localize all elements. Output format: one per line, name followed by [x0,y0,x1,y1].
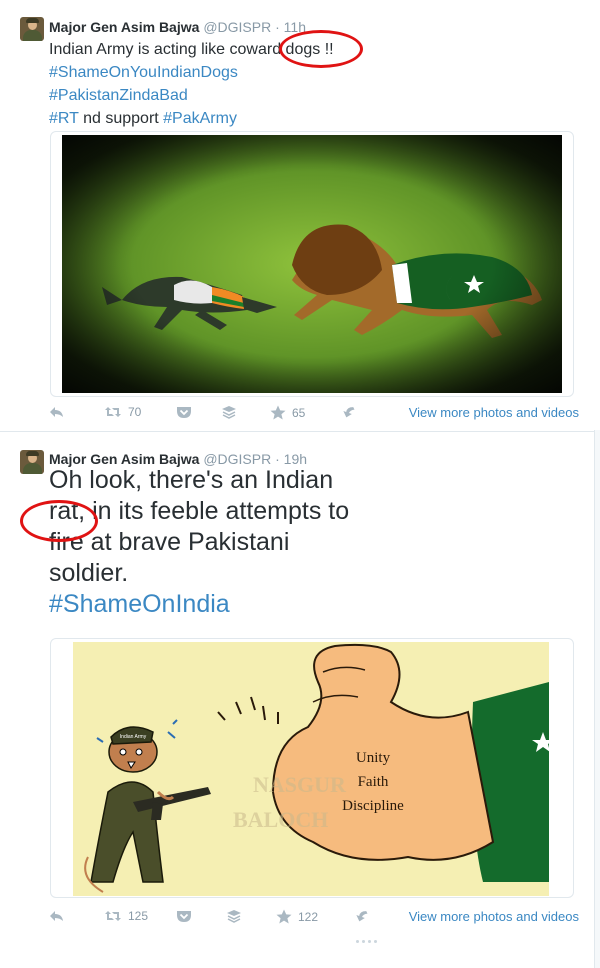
buffer-icon [227,910,241,923]
share-icon [356,911,368,922]
tweet-text-segment: Oh look, there's an Indian [49,466,334,494]
arm-text-line: Discipline [342,798,404,814]
buffer-button[interactable] [226,909,242,923]
watermark-text: NASGUR [253,772,347,797]
retweet-icon [105,911,121,921]
reply-icon [50,911,63,921]
pocket-icon [177,911,191,922]
like-button[interactable]: 122 [276,909,318,924]
red-circle-annotation [20,500,98,542]
tweet-text-line: #ShameOnIndia [49,589,349,620]
like-star-icon [276,909,292,924]
rat-soldier-cartoon-image: Unity Faith Discipline NASGUR BALOCH Ind… [73,642,549,896]
hashtag-link[interactable]: #ShameOnIndia [49,590,230,618]
reply-button[interactable] [49,909,65,923]
retweet-button[interactable]: 125 [104,909,148,923]
watermark-text: BALOCH [233,807,328,832]
tweet-text: Oh look, there's an Indian rat, in its fe… [49,465,349,620]
tweet-text-line: soldier. [49,558,349,589]
retweet-count: 125 [128,909,149,923]
avatar[interactable] [20,450,44,474]
tweet-2: Major Gen Asim Bajwa @DGISPR · 19h Oh lo… [0,0,600,968]
drag-dots-icon[interactable] [356,940,377,943]
tweet-text-line: Oh look, there's an Indian [49,465,349,496]
like-count: 122 [298,909,319,924]
pocket-button[interactable] [176,909,192,923]
tweet-text-segment: soldier. [49,559,129,587]
scrollbar[interactable] [594,430,600,968]
view-more-photos-link[interactable]: View more photos and videos [409,909,579,924]
arm-text-line: Faith [358,774,389,790]
tweet-photo[interactable]: Unity Faith Discipline NASGUR BALOCH Ind… [50,638,574,898]
arm-text-line: Unity [356,750,391,766]
tweet-actions: 125 122 View more photos and videos [49,909,579,929]
tweet-text-line: fire at brave Pakistani [49,527,349,558]
share-button[interactable] [355,909,369,925]
cap-text: Indian Army [120,734,147,740]
